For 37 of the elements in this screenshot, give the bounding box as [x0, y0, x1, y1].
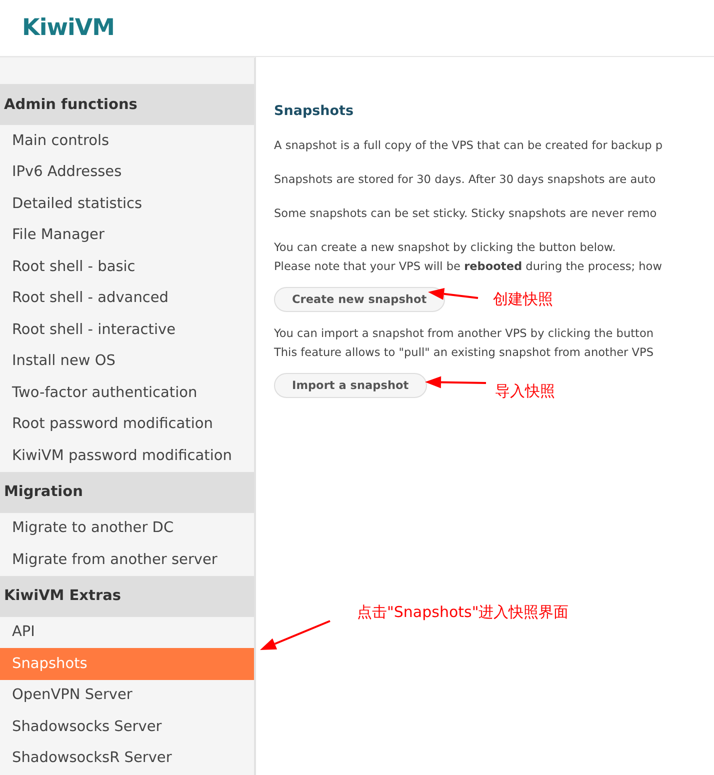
sidebar-item[interactable]: API [0, 616, 254, 648]
sidebar-section-title: Admin functions [0, 84, 254, 125]
arrow [428, 288, 478, 300]
action-button[interactable]: Create new snapshot [274, 287, 445, 312]
sidebar-item[interactable]: ShadowsocksR Server [0, 742, 254, 774]
page-title: Snapshots [274, 103, 355, 119]
sidebar-item[interactable]: Root shell - basic [0, 251, 254, 282]
annotation-text: 创建快照 [493, 290, 553, 309]
sidebar-item[interactable]: Migrate from another server [0, 544, 254, 576]
sidebar-item[interactable]: Root password modification [0, 408, 254, 440]
sidebar-item[interactable]: Two-factor authentication [0, 377, 254, 408]
paragraph-line: Some snapshots can be set sticky. Sticky snapshots are never remo [274, 206, 657, 222]
paragraph-line: A snapshot is a full copy of the VPS that can be created for backup p [274, 138, 663, 154]
sidebar-item[interactable]: OpenVPN Server [0, 680, 254, 711]
sidebar-item[interactable]: Migrate to another DC [0, 512, 254, 544]
paragraph-line: Snapshots are stored for 30 days. After 30 days snapshots are auto [274, 172, 656, 188]
paragraph-line: Please note that your VPS will be rebooted during the process; how [274, 259, 662, 275]
action-button[interactable]: Import a snapshot [274, 373, 427, 398]
sidebar-item[interactable]: KiwiVM password modification [0, 440, 254, 472]
sidebar-item[interactable]: Main controls [0, 125, 254, 156]
paragraph-line: You can import a snapshot from another VPS by clicking the button [274, 326, 654, 342]
sidebar-item[interactable]: IPv6 Addresses [0, 156, 254, 188]
sidebar-item[interactable]: Detailed statistics [0, 188, 254, 220]
arrow [425, 376, 486, 388]
paragraph-line: This feature allows to "pull" an existing snapshot from another VPS [274, 345, 654, 361]
logo[interactable]: KiwiVM [22, 15, 115, 41]
sidebar-item[interactable]: Root shell - advanced [0, 282, 254, 314]
arrow [260, 620, 330, 650]
sidebar-item[interactable]: Shadowsocks Server [0, 711, 254, 742]
annotation-text: 导入快照 [495, 382, 555, 401]
sidebar-item[interactable]: Root shell - interactive [0, 314, 254, 346]
sidebar-section-title: Migration [0, 472, 254, 512]
sidebar-item[interactable]: File Manager [0, 220, 254, 251]
annotation-text: 点击"Snapshots"进入快照界面 [357, 603, 569, 622]
sidebar-section-title: KiwiVM Extras [0, 576, 254, 616]
sidebar-item[interactable]: Install new OS [0, 346, 254, 377]
paragraph-line: You can create a new snapshot by clicking the button below. [274, 240, 616, 256]
